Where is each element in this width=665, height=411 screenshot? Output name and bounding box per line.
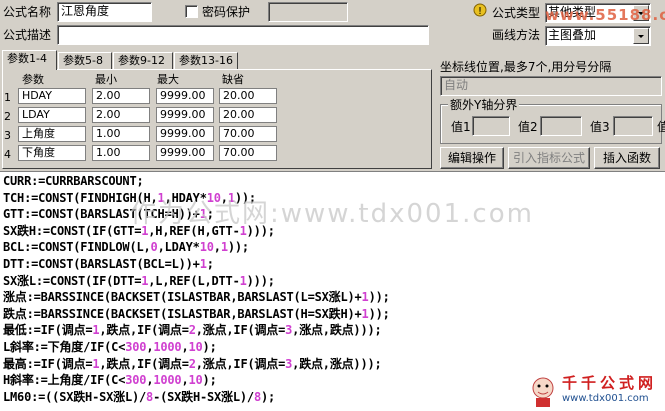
logo-url: www.tdx001.com (562, 393, 649, 404)
param-default-cell[interactable]: 20.00 (219, 107, 277, 123)
extra-yaxis-label: 额外Y轴分界 (448, 98, 520, 112)
param-header-min: 最小 (95, 73, 117, 86)
param-default-cell[interactable]: 70.00 (219, 126, 277, 142)
code-line: SX涨L:=CONST(IF(DTT=1,L,REF(L,DTT-1))); (3, 273, 275, 288)
formula-desc-label: 公式描述 (3, 28, 52, 42)
code-line: 跌点:=BARSSINCE(BACKSET(ISLASTBAR,BARSLAST… (3, 306, 390, 321)
param-row-num: 1 (4, 91, 11, 104)
formula-desc-input[interactable] (57, 25, 429, 45)
formula-name-label: 公式名称 (3, 5, 52, 19)
code-line: 涨点:=BARSSINCE(BACKSET(ISLASTBAR,BARSLAST… (3, 290, 390, 305)
param-row-num: 4 (4, 148, 11, 161)
val1-input (472, 116, 510, 136)
formula-type-label: 公式类型 (492, 6, 541, 20)
tab-params-9-12[interactable]: 参数9-12 (113, 52, 173, 69)
code-line: 最高:=IF(调点=1,跌点,IF(调点=2,涨点,IF(调点=3,跌点,涨点)… (3, 356, 382, 371)
import-indicator-button: 引入指标公式 (508, 147, 590, 169)
warning-icon: ! (473, 3, 487, 17)
code-watermark: 作为公式网:www.tdx001.com (130, 199, 534, 229)
logo-title: 千千公式网 (562, 374, 658, 392)
param-default-cell[interactable]: 70.00 (219, 145, 277, 161)
param-name-cell[interactable]: HDAY (18, 88, 86, 104)
code-line: H斜率:=上角度/IF(C<300,1000,10); (3, 373, 217, 388)
param-min-cell[interactable]: 2.00 (92, 107, 150, 123)
val3-input (613, 116, 653, 136)
param-header-name: 参数 (22, 73, 44, 86)
mascot-icon (532, 377, 554, 407)
param-min-cell[interactable]: 1.00 (92, 126, 150, 142)
param-name-cell[interactable]: LDAY (18, 107, 86, 123)
val2-input (540, 116, 582, 136)
tab-params-13-16[interactable]: 参数13-16 (174, 52, 238, 69)
param-max-cell[interactable]: 9999.00 (156, 126, 214, 142)
param-min-cell[interactable]: 1.00 (92, 145, 150, 161)
param-name-cell[interactable]: 下角度 (18, 145, 86, 161)
formula-name-input[interactable]: 江恩角度 (57, 2, 152, 22)
password-label: 密码保护 (202, 5, 251, 19)
draw-method-label: 画线方法 (492, 28, 541, 42)
param-row-num: 3 (4, 129, 11, 142)
site-watermark: www.55188.com (545, 6, 665, 24)
val1-label: 值1 (451, 120, 471, 134)
code-line: DTT:=CONST(BARSLAST(BCL=L))+1; (3, 257, 214, 271)
svg-text:!: ! (478, 6, 482, 17)
insert-function-button[interactable]: 插入函数 (594, 147, 660, 169)
draw-method-select[interactable]: 主图叠加 (545, 26, 651, 46)
site-logo: 千千公式网 www.tdx001.com (520, 372, 665, 410)
param-header-default: 缺省 (222, 73, 244, 86)
param-max-cell[interactable]: 9999.00 (156, 145, 214, 161)
param-max-cell[interactable]: 9999.00 (156, 107, 214, 123)
password-input (268, 2, 348, 22)
param-header-max: 最大 (157, 73, 179, 86)
code-line: BCL:=CONST(FINDLOW(L,0,LDAY*10,1)); (3, 240, 249, 255)
axis-position-input: 自动 (440, 76, 662, 96)
param-max-cell[interactable]: 9999.00 (156, 88, 214, 104)
chevron-down-icon[interactable] (633, 28, 649, 44)
val2-label: 值2 (518, 120, 538, 134)
axis-position-label: 坐标线位置,最多7个,用分号分隔 (440, 60, 612, 74)
code-line: CURR:=CURRBARSCOUNT; (3, 174, 144, 188)
code-line: L斜率:=下角度/IF(C<300,1000,10); (3, 340, 217, 354)
code-line: LM60:=((SX跌H-SX涨L)/8-(SX跌H-SX涨L)/8); (3, 389, 276, 404)
code-line: 最低:=IF(调点=1,跌点,IF(调点=2,涨点,IF(调点=3,涨点,跌点)… (3, 323, 382, 338)
password-checkbox[interactable] (185, 5, 198, 18)
draw-method-value: 主图叠加 (548, 28, 597, 42)
tab-params-1-4[interactable]: 参数1-4 (2, 50, 57, 70)
val4-label: 值4 (657, 120, 665, 134)
val3-label: 值3 (590, 120, 610, 134)
param-name-cell[interactable]: 上角度 (18, 126, 86, 142)
edit-operation-button[interactable]: 编辑操作 (440, 147, 504, 169)
tab-params-5-8[interactable]: 参数5-8 (58, 52, 112, 69)
param-row-num: 2 (4, 110, 11, 123)
param-default-cell[interactable]: 20.00 (219, 88, 277, 104)
param-min-cell[interactable]: 2.00 (92, 88, 150, 104)
